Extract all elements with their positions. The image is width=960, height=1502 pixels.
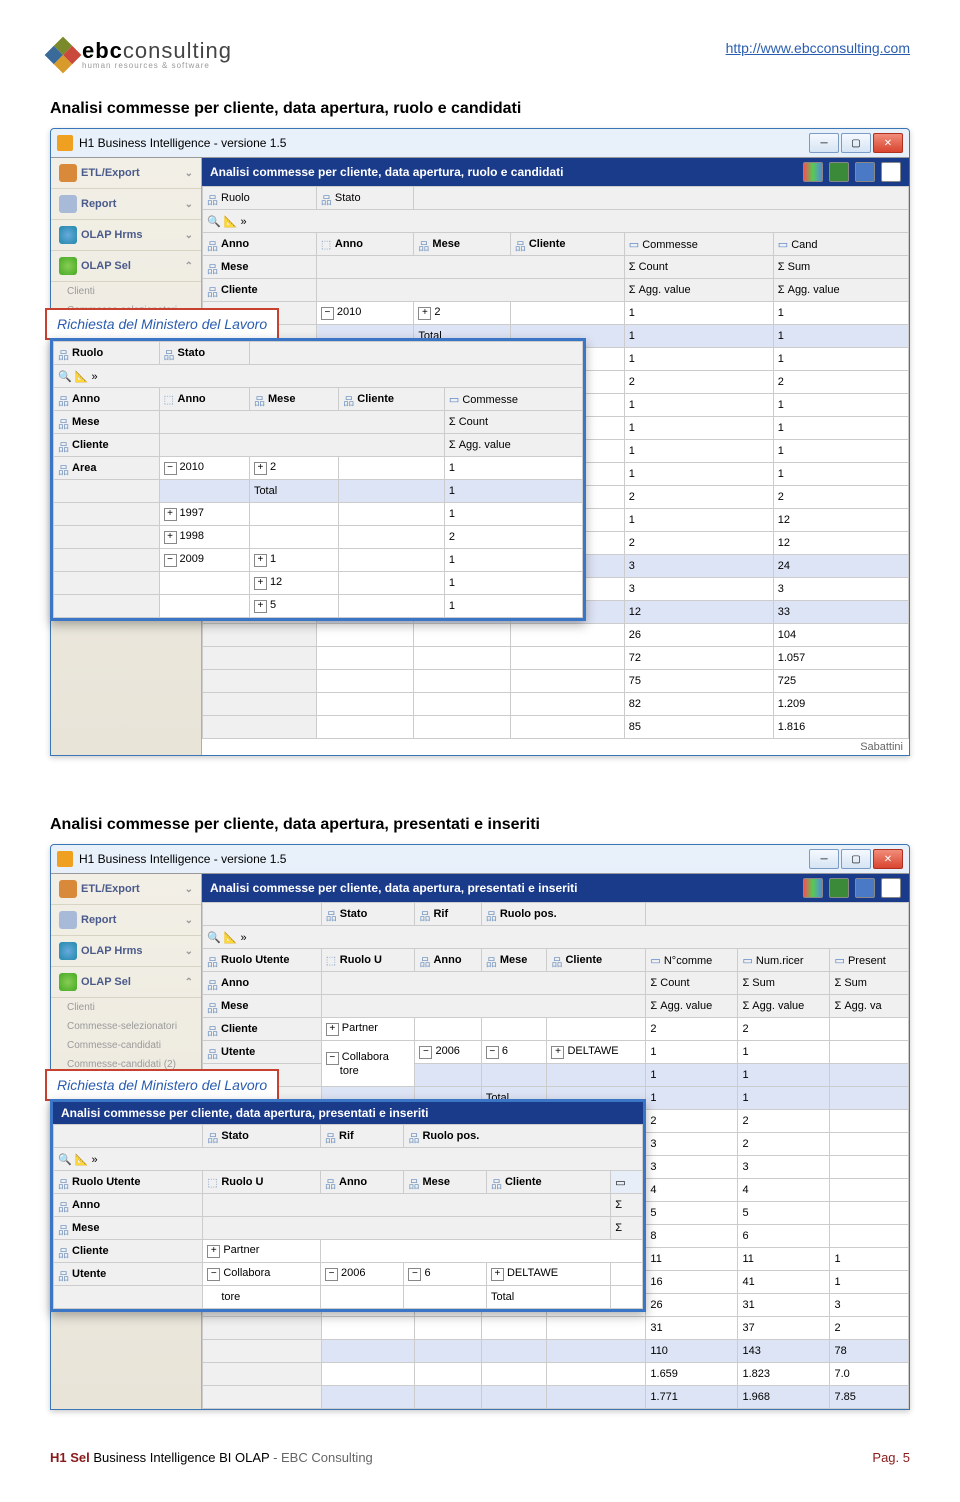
callout-2: Richiesta del Ministero del Lavoro [45, 1069, 279, 1101]
window-title: H1 Business Intelligence - versione 1.5 [79, 136, 286, 150]
chevron-icon: ⌄ [185, 199, 193, 210]
sidebar-olap-hrms[interactable]: OLAP Hrms⌄ [51, 936, 201, 967]
chevron-icon: ⌄ [185, 168, 193, 179]
page-number: Pag. 5 [872, 1450, 910, 1465]
sidebar-etl[interactable]: ETL/Export⌄ [51, 874, 201, 905]
page-footer: H1 Sel Business Intelligence BI OLAP - E… [50, 1450, 910, 1465]
app-icon [57, 851, 73, 867]
print-icon[interactable] [881, 878, 901, 898]
section2-title: Analisi commesse per cliente, data apert… [50, 816, 910, 834]
sidebar-sub-clienti[interactable]: Clienti [51, 282, 201, 301]
section1-title: Analisi commesse per cliente, data apert… [50, 100, 910, 118]
report-header-2: Analisi commesse per cliente, data apert… [202, 874, 909, 902]
zoom-panel-2: Analisi commesse per cliente, data apert… [50, 1099, 646, 1312]
logo: ebcconsulting human resources & software [50, 40, 232, 70]
print-icon[interactable] [881, 162, 901, 182]
excel-icon[interactable] [829, 878, 849, 898]
save-icon[interactable] [855, 878, 875, 898]
excel-icon[interactable] [829, 162, 849, 182]
callout-1: Richiesta del Ministero del Lavoro [45, 308, 279, 340]
chevron-icon: ⌃ [185, 261, 193, 272]
sidebar-report[interactable]: Report⌄ [51, 905, 201, 936]
sidebar-olap-sel[interactable]: OLAP Sel⌃ [51, 967, 201, 998]
report-header-1: Analisi commesse per cliente, data apert… [202, 158, 909, 186]
maximize-button[interactable]: ▢ [841, 849, 871, 869]
window-title: H1 Business Intelligence - versione 1.5 [79, 852, 286, 866]
sidebar-olap-sel[interactable]: OLAP Sel⌃ [51, 251, 201, 282]
footer-company: - EBC Consulting [269, 1450, 372, 1465]
zoom-panel-1: 品Ruolo品Stato 🔍 📐 » 品Anno⬚Anno品Mese品Clien… [50, 338, 586, 621]
page-header: ebcconsulting human resources & software… [50, 40, 910, 70]
sidebar-etl[interactable]: ETL/Export⌄ [51, 158, 201, 189]
chart-icon[interactable] [803, 878, 823, 898]
footer-product: H1 Sel [50, 1450, 90, 1465]
app-icon [57, 135, 73, 151]
close-button[interactable]: ✕ [873, 849, 903, 869]
sidebar-sub[interactable]: Commesse-candidati [51, 1036, 201, 1055]
sidebar-olap-hrms[interactable]: OLAP Hrms⌄ [51, 220, 201, 251]
zoom2-header: Analisi commesse per cliente, data apert… [53, 1102, 643, 1124]
logo-text-light: consulting [123, 38, 232, 63]
maximize-button[interactable]: ▢ [841, 133, 871, 153]
titlebar[interactable]: H1 Business Intelligence - versione 1.5 … [51, 129, 909, 157]
footer-desc: Business Intelligence BI OLAP [90, 1450, 270, 1465]
logo-subtitle: human resources & software [82, 62, 232, 70]
titlebar-2[interactable]: H1 Business Intelligence - versione 1.5 … [51, 845, 909, 873]
sidebar-sub[interactable]: Clienti [51, 998, 201, 1017]
sidebar-report[interactable]: Report⌄ [51, 189, 201, 220]
chart-icon[interactable] [803, 162, 823, 182]
close-button[interactable]: ✕ [873, 133, 903, 153]
minimize-button[interactable]: ─ [809, 133, 839, 153]
minimize-button[interactable]: ─ [809, 849, 839, 869]
header-url[interactable]: http://www.ebcconsulting.com [726, 40, 910, 56]
sidebar-sub[interactable]: Commesse-selezionatori [51, 1017, 201, 1036]
chevron-icon: ⌄ [185, 230, 193, 241]
status-sabattini: Sabattini [202, 739, 909, 755]
logo-icon [45, 37, 82, 74]
save-icon[interactable] [855, 162, 875, 182]
logo-text-bold: ebc [82, 38, 123, 63]
